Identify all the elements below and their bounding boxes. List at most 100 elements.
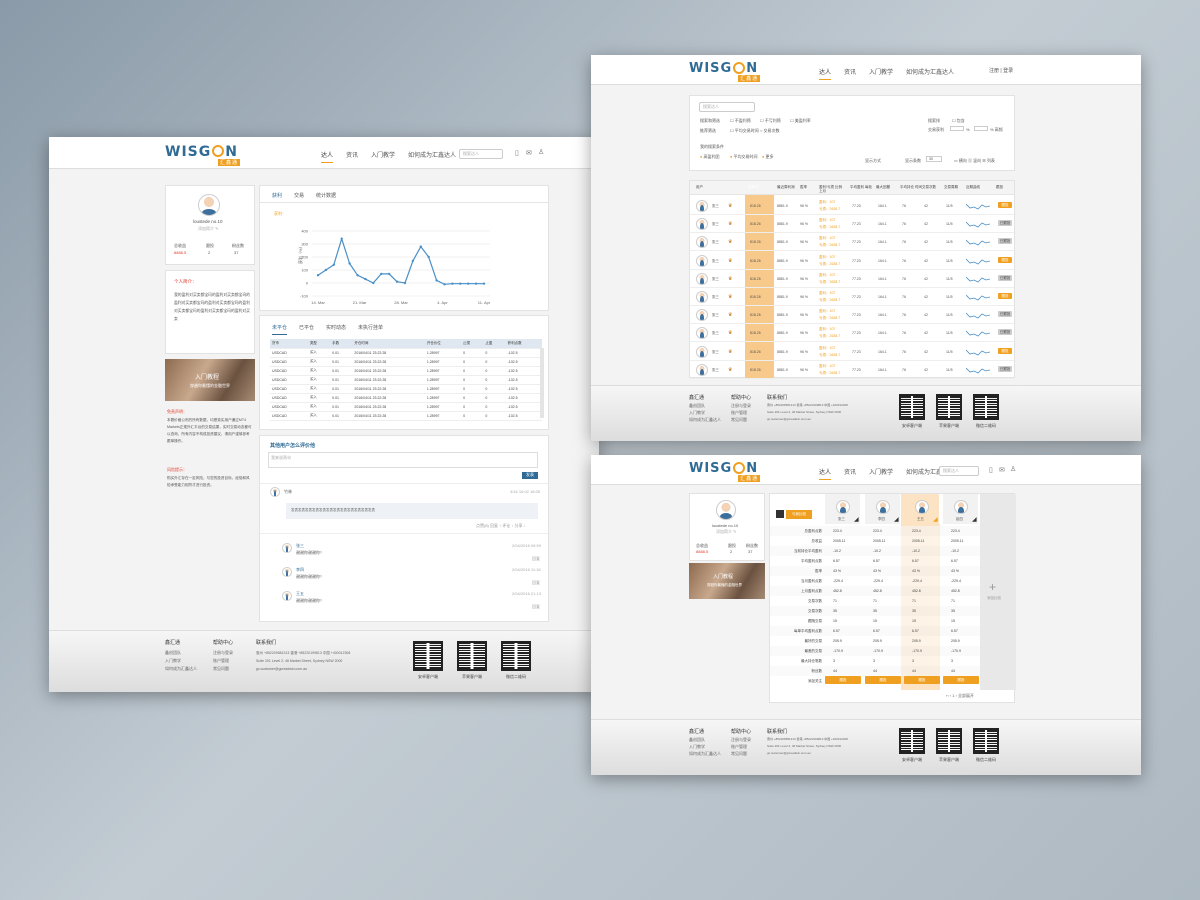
data-point[interactable] — [419, 245, 422, 248]
filter-opt[interactable]: ○ 交易次数 — [760, 128, 780, 134]
saved-filter[interactable]: ● 高盈利团 — [700, 154, 720, 160]
view-toggle[interactable]: ▭ 横向 ▥ 竖向 ☰ 列表 — [954, 158, 995, 164]
email[interactable]: gc.customer@gcreadwin.com.au — [767, 416, 848, 423]
mail-icon[interactable]: ✉ — [526, 149, 532, 157]
data-point[interactable] — [372, 281, 375, 285]
phone-icon[interactable]: ▯ — [989, 466, 993, 474]
search-input[interactable]: 搜索达人 — [459, 149, 503, 159]
data-point[interactable] — [332, 263, 336, 266]
column-header[interactable]: 平均持仓 时间 — [900, 185, 924, 189]
follow-button[interactable]: 跟投 — [943, 676, 979, 684]
logo[interactable]: WISG N 汇鑫通 — [689, 461, 761, 482]
tutorial-banner[interactable]: 入门教程 穿越你最懂的金融世界 — [689, 563, 765, 599]
follow-button[interactable]: 跟投 — [998, 256, 1012, 263]
comment-input[interactable]: 我来说两句 — [268, 452, 538, 468]
list-item[interactable]: 张三 ♛ 818.26 8881.9 96 % 盈利：107 亏损：2638.7 77.23 1… — [690, 343, 1014, 361]
list-item[interactable]: 张三 ♛ 818.26 8881.9 96 % 盈利：107 亏损：2638.7 77.23 1… — [690, 233, 1014, 252]
footer-link[interactable]: 鑫创团队 — [165, 649, 197, 657]
follow-button[interactable]: 已跟投 — [998, 274, 1012, 281]
follow-button[interactable]: 已跟投 — [998, 365, 1012, 372]
footer-link[interactable]: 如何成为汇鑫达人 — [689, 416, 721, 423]
tab-pending[interactable]: 未执行挂单 — [358, 324, 383, 335]
table-row[interactable]: USDCAD 买入 0.01 2016/04/11 23:22:28 1.28997 0 0… — [270, 411, 542, 421]
column-header[interactable]: 类型 — [307, 339, 331, 349]
corner-remove-icon[interactable]: ◢ — [854, 516, 859, 523]
data-point[interactable] — [364, 277, 367, 281]
add-column[interactable] — [980, 494, 1016, 690]
column-header[interactable]: 最大回撤 — [876, 185, 900, 189]
table-row[interactable]: USDCAD 买入 0.01 2016/04/11 23:22:28 1.28997 0 0… — [270, 384, 542, 394]
footer-link[interactable]: 如何成为汇鑫达人 — [165, 665, 197, 673]
data-point[interactable] — [356, 274, 359, 277]
expert-name[interactable]: 张三 — [712, 222, 719, 227]
corner-remove-icon[interactable]: ◢ — [933, 516, 938, 523]
column-header[interactable]: 开仓价位 — [424, 339, 462, 349]
footer-link[interactable]: 入门教学 — [689, 743, 721, 750]
data-point[interactable] — [395, 280, 399, 283]
auth-links[interactable]: 注册 | 登录 — [989, 67, 1013, 74]
nav-news[interactable]: 资讯 — [346, 150, 358, 163]
follow-button[interactable]: 跟投 — [998, 347, 1012, 354]
filter-opt[interactable]: ☐ 不盈利筛 — [730, 118, 751, 124]
data-point[interactable] — [482, 282, 486, 285]
follow-button[interactable]: 跟投 — [865, 676, 901, 684]
footer-link[interactable]: 账户管理 — [731, 409, 751, 416]
tab-live[interactable]: 实时动态 — [326, 324, 346, 335]
nav-tutorial[interactable]: 入门教学 — [869, 67, 893, 80]
column-header[interactable]: 开仓时间 — [352, 339, 425, 349]
expert-name[interactable]: 张三 — [712, 313, 719, 318]
nav-experts[interactable]: 达人 — [321, 150, 334, 163]
nav-news[interactable]: 资讯 — [844, 467, 856, 480]
profile-sub[interactable]: 添加简介 ✎ — [198, 226, 218, 232]
table-row[interactable]: USDCAD 买入 0.01 2016/04/11 23:22:28 1.28997 0 0… — [270, 375, 542, 385]
list-item[interactable]: 张三 ♛ 818.26 8881.9 96 % 盈利：107 亏损：2638.7 77.23 1… — [690, 197, 1014, 215]
data-point[interactable] — [387, 272, 391, 276]
list-item[interactable]: 张三 ♛ 818.26 8881.9 96 % 盈利：107 亏损：2638.7 77.23 1… — [690, 288, 1014, 306]
phone-icon[interactable]: ▯ — [515, 149, 519, 157]
expert-name[interactable]: 张三 — [712, 368, 719, 373]
column-header[interactable]: 获利点数 — [505, 339, 542, 349]
range-min[interactable] — [950, 126, 964, 131]
expert-name[interactable]: 张三 — [712, 295, 719, 300]
nav-experts[interactable]: 达人 — [819, 467, 832, 480]
reply-button[interactable]: 回复 — [532, 580, 540, 586]
footer-link[interactable]: 常见问题 — [213, 665, 233, 673]
follow-button[interactable]: 已跟投 — [998, 220, 1012, 227]
search-input[interactable]: 搜索达人 — [939, 466, 979, 476]
data-point[interactable] — [316, 274, 320, 277]
table-row[interactable]: USDCAD 买入 0.01 2016/04/11 23:22:28 1.28997 0 0… — [270, 366, 542, 376]
filter-opt[interactable]: ☐ 美盈利率 — [790, 118, 811, 124]
reply-user[interactable]: 张三 — [296, 543, 304, 549]
nav-experts[interactable]: 达人 — [819, 67, 832, 80]
tutorial-banner[interactable]: 入门教程 穿越你最懂的金融世界 — [165, 359, 255, 401]
reply-button[interactable]: 回复 — [532, 604, 540, 610]
expert-name[interactable]: 张三 — [712, 350, 719, 355]
data-point[interactable] — [466, 282, 470, 285]
column-header[interactable]: 用户 — [696, 185, 720, 189]
expert-name[interactable]: 张三 — [712, 204, 719, 209]
column-header[interactable]: 手数 — [330, 339, 353, 349]
pager[interactable]: ‹‹ ‹ 1 › 全部展开 — [946, 693, 974, 699]
follow-button[interactable]: 跟投 — [825, 676, 861, 684]
submit-button[interactable]: 发表 — [522, 472, 538, 479]
follow-button[interactable]: 跟投 — [998, 202, 1012, 208]
corner-remove-icon[interactable]: ◢ — [894, 516, 899, 523]
data-point[interactable] — [451, 282, 454, 285]
expert-name[interactable]: 张三 — [712, 331, 719, 336]
column-header[interactable]: 止损 — [461, 339, 484, 349]
saved-filter[interactable]: ● 平均交易时间 — [730, 154, 758, 160]
reply-user[interactable]: 王五 — [296, 591, 304, 597]
comment-user[interactable]: 竹林 — [284, 489, 292, 495]
email[interactable]: gc.customer@gcreadwin.com.au — [256, 665, 350, 673]
data-point[interactable] — [324, 268, 328, 272]
expert-name[interactable]: 张三 — [712, 277, 719, 282]
list-item[interactable]: 张三 ♛ 818.26 8881.9 96 % 盈利：107 亏损：2638.7 77.23 1… — [690, 270, 1014, 288]
user-icon[interactable]: ♙ — [538, 148, 544, 156]
footer-link[interactable]: 如何成为汇鑫达人 — [689, 750, 721, 757]
nav-news[interactable]: 资讯 — [844, 67, 856, 80]
expert-name[interactable]: 张三 — [712, 259, 719, 264]
saved-filter[interactable]: ● 更多 — [762, 154, 774, 160]
follow-button[interactable]: 已跟投 — [998, 329, 1012, 336]
corner-remove-icon[interactable]: ◢ — [972, 516, 977, 523]
table-row[interactable]: USDCAD 买入 0.01 2016/04/11 23:22:28 1.28997 0 0… — [270, 357, 542, 367]
